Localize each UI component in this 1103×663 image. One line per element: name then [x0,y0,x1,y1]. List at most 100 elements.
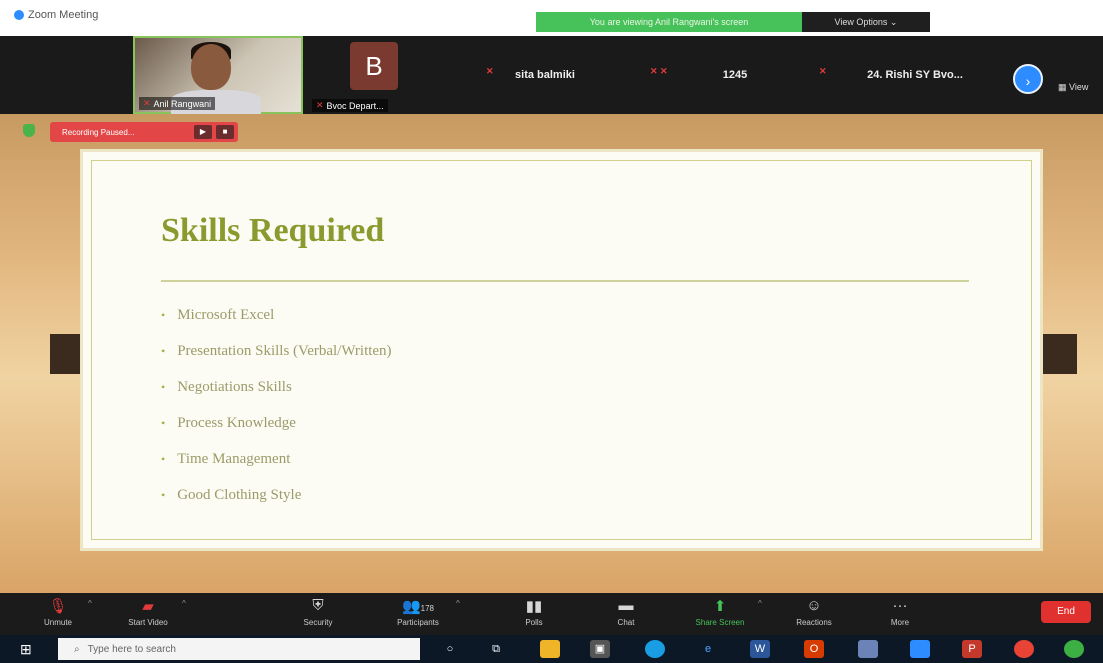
participant-name-label: ✕ Bvoc Depart... [312,99,388,112]
mic-muted-icon: ✕ [486,66,494,76]
security-shield-icon [23,124,35,137]
zoom-logo-icon [14,10,24,20]
participant-name: sita balmiki [515,69,575,81]
slide-divider [161,280,969,282]
slide-bullet: • Time Management [161,441,392,477]
view-toggle[interactable]: ▦ View [1058,82,1088,93]
people-icon[interactable] [858,640,878,658]
resume-recording-icon[interactable]: ▶ [194,125,212,139]
windows-start-icon[interactable]: ⊞ [20,642,34,656]
office-icon[interactable]: O [804,640,824,658]
start-video-button[interactable]: ▰ Start Video ^ [108,597,188,627]
mic-muted-icon: ✕ [650,66,658,76]
start-video-label: Start Video [128,618,168,627]
chevron-up-icon[interactable]: ^ [88,599,92,608]
recording-status-bar: Recording Paused... ▶ ■ [50,122,238,142]
slide-bullet: • Good Clothing Style [161,477,392,513]
edge-icon[interactable] [645,640,665,658]
bullet-text: Microsoft Excel [177,306,275,323]
window-title-text: Zoom Meeting [28,9,99,21]
participant-tile-name[interactable]: 24. Rishi SY Bvo... ✕ [819,36,1005,114]
window-titlebar: Zoom Meeting You are viewing Anil Rangwa… [0,0,1103,36]
bullet-icon: • [161,487,166,502]
word-icon[interactable]: W [750,640,770,658]
participants-icon: 👥178 [401,598,435,615]
security-button[interactable]: ⛨ Security [278,597,358,627]
chrome-icon[interactable] [1014,640,1034,658]
reactions-icon: ☺ [806,597,822,614]
shared-screen: Recording Paused... ▶ ■ Skills Required … [0,114,1103,593]
bullet-icon: • [161,379,166,394]
store-icon[interactable]: ▣ [590,640,610,658]
view-options-button[interactable]: View Options ⌄ [802,12,930,32]
unmute-button[interactable]: 🎙 Unmute ^ [18,597,98,627]
app-icon[interactable] [1064,640,1084,658]
mic-muted-icon: ✕ [660,66,668,76]
end-meeting-button[interactable]: End [1041,601,1091,623]
polls-label: Polls [525,618,543,627]
bullet-icon: • [161,343,166,358]
taskbar-search-box[interactable]: ⌕ Type here to search [58,638,420,660]
stop-recording-icon[interactable]: ■ [216,125,234,139]
windows-taskbar: ⊞ ⌕ Type here to search ○ ⧉ ▣ e W O P [0,635,1103,663]
participant-avatar: B [350,42,398,90]
meeting-controls: 🎙 Unmute ^ ▰ Start Video ^ ⛨ Security 👥1… [0,593,1103,635]
participant-name-label: ✕ Anil Rangwani [139,97,216,110]
file-explorer-icon[interactable] [540,640,560,658]
more-icon: ··· [892,597,908,614]
reactions-button[interactable]: ☺ Reactions [774,597,854,627]
task-view-icon[interactable]: ⧉ [486,640,506,658]
recording-label: Recording Paused... [62,127,135,137]
bullet-icon: • [161,451,166,466]
participants-button[interactable]: 👥178 Participants ^ [378,597,460,627]
slide-title: Skills Required [161,212,385,249]
search-icon: ⌕ [74,643,80,655]
security-label: Security [303,618,333,627]
zoom-app-icon[interactable] [910,640,930,658]
participant-count: 178 [420,604,435,613]
slide-bullet: • Microsoft Excel [161,297,392,333]
cortana-icon[interactable]: ○ [440,640,460,658]
chat-button[interactable]: ▬ Chat [586,597,666,627]
mic-muted-icon: ✕ [316,100,324,110]
mic-muted-icon: ✕ [143,98,151,108]
participant-tile-name[interactable]: 1245 ✕ ✕ [660,36,838,114]
mic-muted-icon: ✕ [819,66,827,76]
next-participants-button[interactable]: › [1013,64,1043,94]
mic-off-icon: 🎙 [48,598,68,615]
participant-tile-avatar[interactable]: B ✕ Bvoc Depart... [308,36,436,114]
window-title: Zoom Meeting [14,9,98,21]
more-label: More [890,618,910,627]
video-off-icon: ▰ [142,598,154,615]
participant-name: Anil Rangwani [153,98,212,109]
polls-icon: ▮▮ [525,598,543,615]
bullet-text: Presentation Skills (Verbal/Written) [177,342,392,359]
chevron-up-icon[interactable]: ^ [758,599,762,608]
participant-strip: ✕ Anil Rangwani B ✕ Bvoc Depart... sita … [0,36,1103,114]
bullet-icon: • [161,415,166,430]
share-screen-icon: ⬆ [713,598,727,615]
chevron-up-icon[interactable]: ^ [182,599,186,608]
participant-face [191,44,231,90]
bullet-text: Time Management [177,450,291,467]
powerpoint-icon[interactable]: P [962,640,982,658]
chat-label: Chat [617,618,635,627]
participant-tile-video[interactable]: ✕ Anil Rangwani [133,36,303,114]
participants-label: Participants [397,618,439,627]
polls-button[interactable]: ▮▮ Polls [494,597,574,627]
presentation-slide: Skills Required • Microsoft Excel • Presen… [80,149,1043,551]
view-label: View [1069,82,1089,92]
slide-bullet: • Process Knowledge [161,405,392,441]
internet-explorer-icon[interactable]: e [698,640,718,658]
share-screen-button[interactable]: ⬆ Share Screen ^ [680,597,762,627]
viewing-banner: You are viewing Anil Rangwani's screen [536,12,802,32]
bullet-text: Process Knowledge [177,414,296,431]
shield-icon: ⛨ [312,597,324,614]
slide-bullet: • Negotiations Skills [161,369,392,405]
participant-tile-name[interactable]: sita balmiki ✕ ✕ [470,36,658,114]
bullet-icon: • [161,307,166,322]
unmute-label: Unmute [43,618,72,627]
chevron-up-icon[interactable]: ^ [456,599,460,608]
chat-icon: ▬ [618,597,634,614]
more-button[interactable]: ··· More [860,597,940,627]
